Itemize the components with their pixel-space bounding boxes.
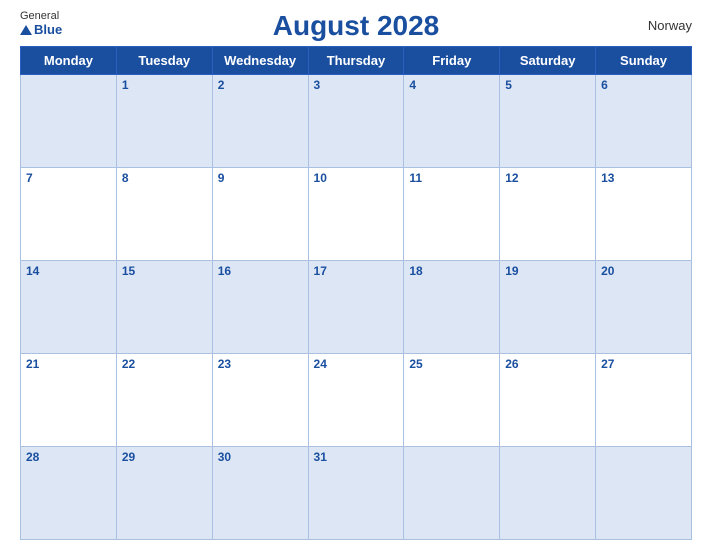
day-number: 5	[505, 78, 512, 92]
month-title: August 2028	[273, 10, 440, 42]
calendar-header: MondayTuesdayWednesdayThursdayFridaySatu…	[21, 47, 692, 75]
calendar-table: MondayTuesdayWednesdayThursdayFridaySatu…	[20, 46, 692, 540]
weekday-header-sunday: Sunday	[596, 47, 692, 75]
day-number: 8	[122, 171, 129, 185]
calendar-empty-cell	[596, 447, 692, 540]
day-number: 24	[314, 357, 327, 371]
weekday-header-wednesday: Wednesday	[212, 47, 308, 75]
day-number: 10	[314, 171, 327, 185]
day-number: 13	[601, 171, 614, 185]
calendar-day-28: 28	[21, 447, 117, 540]
day-number: 22	[122, 357, 135, 371]
calendar-day-26: 26	[500, 354, 596, 447]
day-number: 12	[505, 171, 518, 185]
calendar-day-22: 22	[116, 354, 212, 447]
day-number: 25	[409, 357, 422, 371]
calendar-day-5: 5	[500, 75, 596, 168]
calendar-day-21: 21	[21, 354, 117, 447]
calendar-day-1: 1	[116, 75, 212, 168]
calendar-day-25: 25	[404, 354, 500, 447]
calendar-week-row: 21 22 23 24 25 26 27	[21, 354, 692, 447]
day-number: 9	[218, 171, 225, 185]
calendar-day-10: 10	[308, 168, 404, 261]
logo-general-text: General	[20, 10, 59, 22]
calendar-day-8: 8	[116, 168, 212, 261]
header: General Blue August 2028 Norway	[20, 10, 692, 42]
day-number: 27	[601, 357, 614, 371]
day-number: 30	[218, 450, 231, 464]
calendar-day-3: 3	[308, 75, 404, 168]
calendar-day-4: 4	[404, 75, 500, 168]
calendar-day-18: 18	[404, 261, 500, 354]
day-number: 18	[409, 264, 422, 278]
calendar-day-17: 17	[308, 261, 404, 354]
calendar-day-2: 2	[212, 75, 308, 168]
day-number: 23	[218, 357, 231, 371]
calendar-empty-cell	[21, 75, 117, 168]
logo: General Blue	[20, 10, 62, 37]
weekday-header-thursday: Thursday	[308, 47, 404, 75]
calendar-day-23: 23	[212, 354, 308, 447]
day-number: 14	[26, 264, 39, 278]
day-number: 21	[26, 357, 39, 371]
calendar-day-9: 9	[212, 168, 308, 261]
day-number: 26	[505, 357, 518, 371]
day-number: 2	[218, 78, 225, 92]
logo-blue-text: Blue	[20, 22, 62, 37]
calendar-day-15: 15	[116, 261, 212, 354]
day-number: 15	[122, 264, 135, 278]
day-number: 19	[505, 264, 518, 278]
day-number: 16	[218, 264, 231, 278]
calendar-day-29: 29	[116, 447, 212, 540]
country-label: Norway	[648, 18, 692, 33]
logo-triangle-icon	[20, 25, 32, 35]
weekday-header-friday: Friday	[404, 47, 500, 75]
day-number: 28	[26, 450, 39, 464]
day-number: 7	[26, 171, 33, 185]
calendar-day-27: 27	[596, 354, 692, 447]
day-number: 20	[601, 264, 614, 278]
day-number: 31	[314, 450, 327, 464]
day-number: 6	[601, 78, 608, 92]
calendar-day-7: 7	[21, 168, 117, 261]
calendar-week-row: 1 2 3 4 5 6	[21, 75, 692, 168]
day-number: 11	[409, 171, 422, 185]
day-number: 17	[314, 264, 327, 278]
calendar-day-13: 13	[596, 168, 692, 261]
calendar-day-11: 11	[404, 168, 500, 261]
day-number: 29	[122, 450, 135, 464]
calendar-day-12: 12	[500, 168, 596, 261]
calendar-day-16: 16	[212, 261, 308, 354]
calendar-week-row: 28 29 30 31	[21, 447, 692, 540]
day-number: 4	[409, 78, 416, 92]
calendar-day-14: 14	[21, 261, 117, 354]
calendar-week-row: 7 8 9 10 11 12 13	[21, 168, 692, 261]
weekday-header-saturday: Saturday	[500, 47, 596, 75]
calendar-day-24: 24	[308, 354, 404, 447]
calendar-day-30: 30	[212, 447, 308, 540]
weekday-header-row: MondayTuesdayWednesdayThursdayFridaySatu…	[21, 47, 692, 75]
day-number: 3	[314, 78, 321, 92]
calendar-day-6: 6	[596, 75, 692, 168]
calendar-day-19: 19	[500, 261, 596, 354]
calendar-week-row: 14 15 16 17 18 19 20	[21, 261, 692, 354]
calendar-body: 1234567891011121314151617181920212223242…	[21, 75, 692, 540]
calendar-empty-cell	[500, 447, 596, 540]
calendar-empty-cell	[404, 447, 500, 540]
calendar-day-31: 31	[308, 447, 404, 540]
calendar-day-20: 20	[596, 261, 692, 354]
weekday-header-monday: Monday	[21, 47, 117, 75]
weekday-header-tuesday: Tuesday	[116, 47, 212, 75]
day-number: 1	[122, 78, 129, 92]
